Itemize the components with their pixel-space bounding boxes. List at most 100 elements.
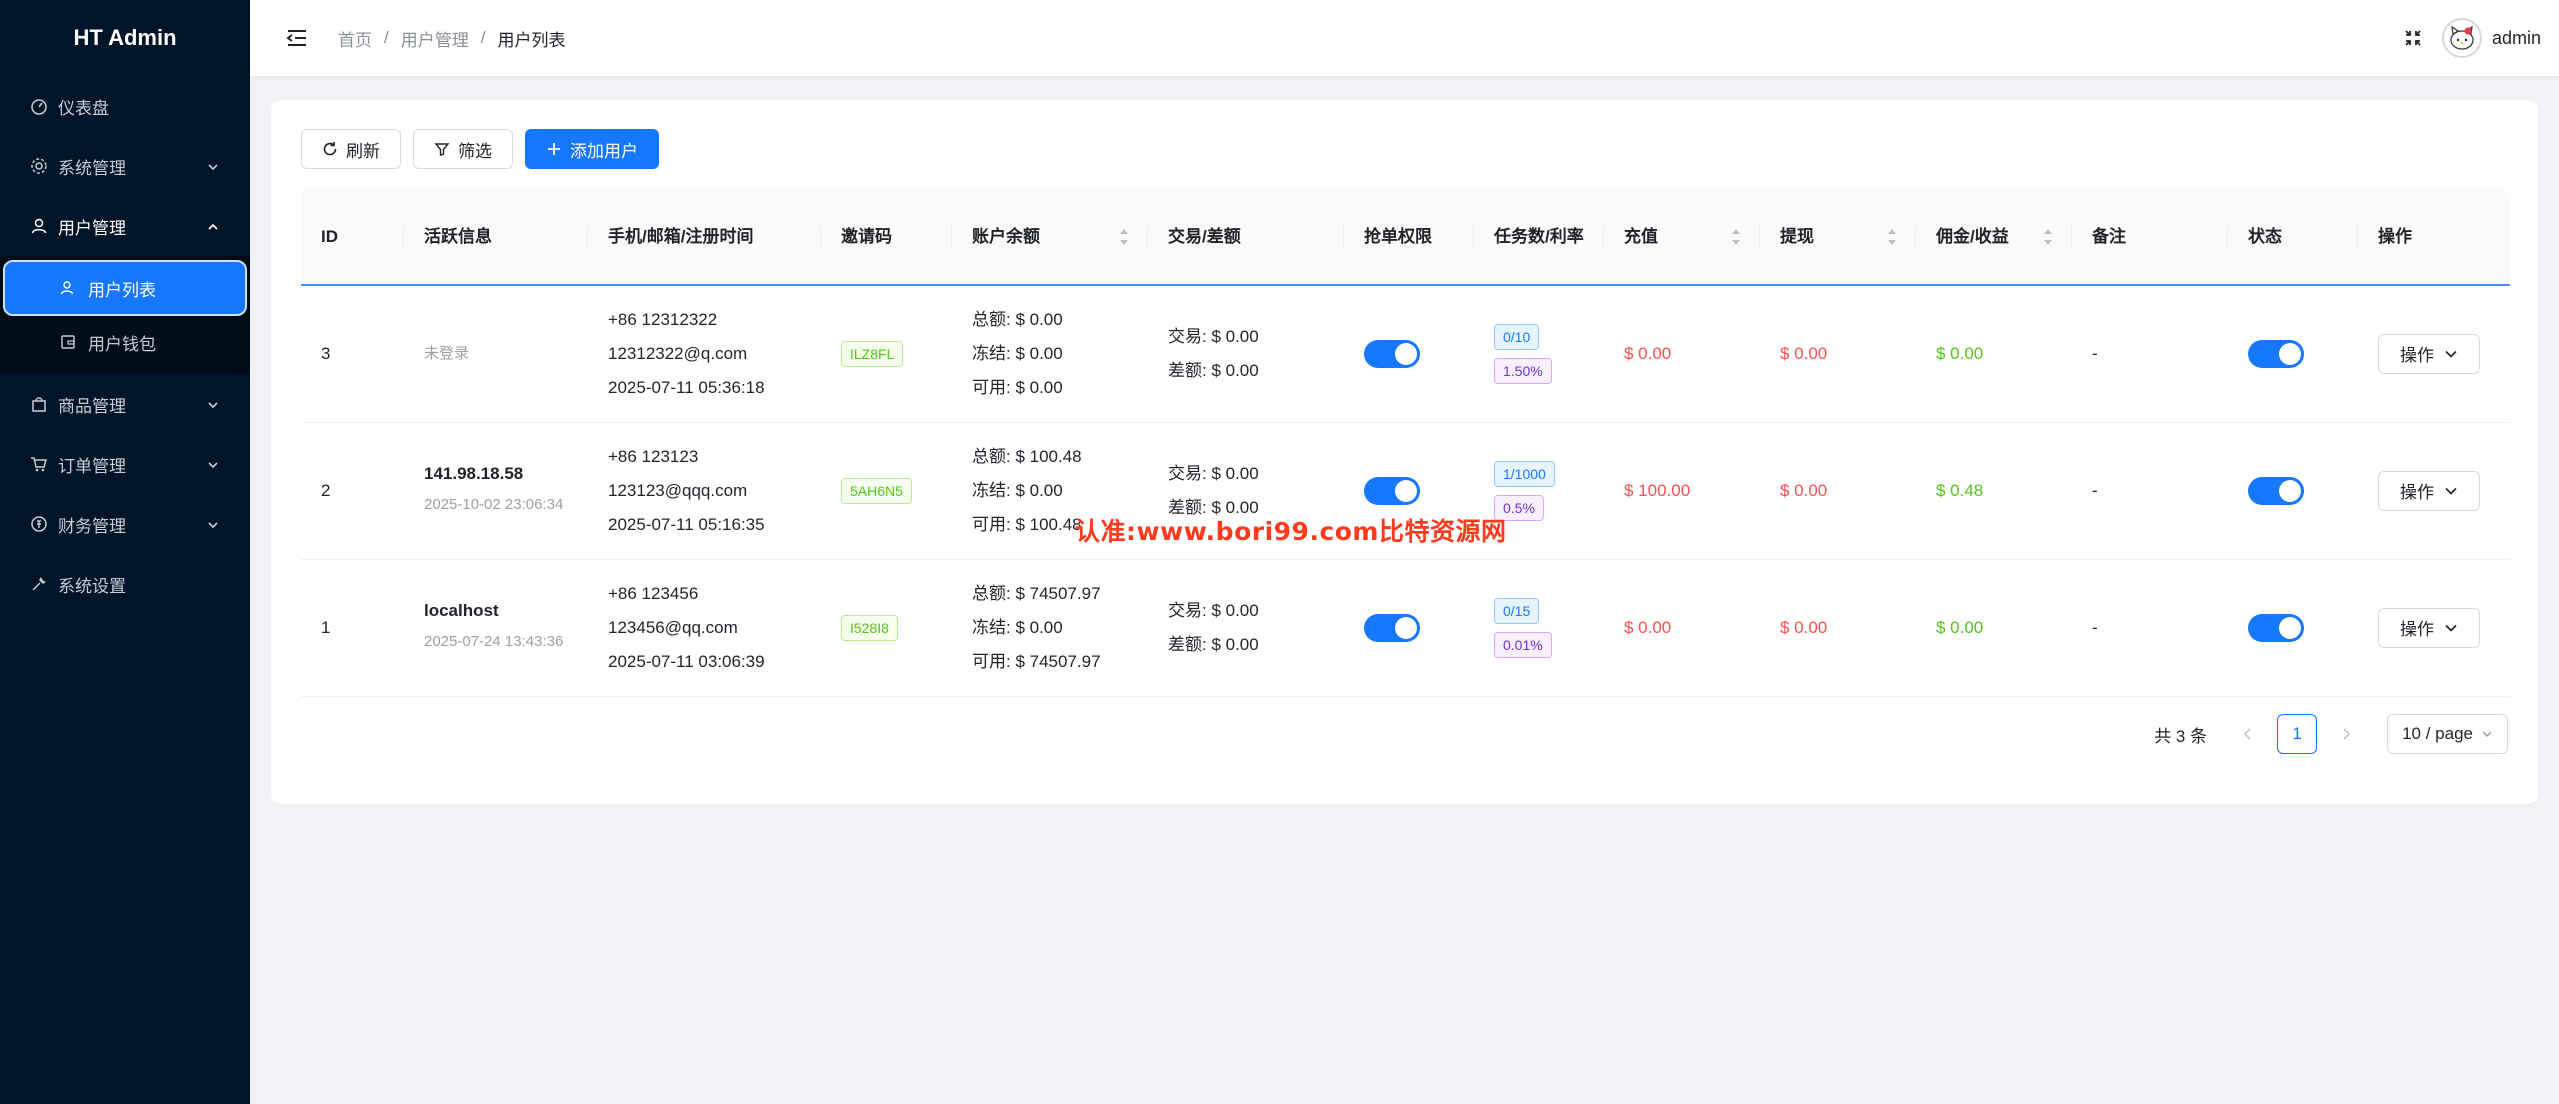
col-header-withdraw[interactable]: 提现 [1760,189,1916,286]
diff-amount: 差额: $ 0.00 [1168,634,1259,654]
username[interactable]: admin [2492,28,2541,49]
refresh-label: 刷新 [346,141,380,161]
sidebar-item-user-list[interactable]: 用户列表 [3,260,247,316]
cell-grab-permission [1344,285,1474,423]
last-login-ip: 141.98.18.58 [424,463,524,483]
status-toggle[interactable] [2248,477,2304,506]
fullscreen-icon[interactable] [2402,27,2424,49]
menu-fold-icon[interactable] [284,25,310,51]
invite-code-tag: 5AH6N5 [841,477,912,504]
sidebar-item-label: 用户钱包 [88,334,156,354]
filter-icon [434,141,450,157]
sidebar-item-finance-management[interactable]: 财务管理 [0,494,250,554]
prev-page-icon[interactable] [2227,714,2267,754]
breadcrumb-user-management[interactable]: 用户管理 [401,26,469,51]
sort-icon[interactable] [2042,227,2054,247]
col-header-remark: 备注 [2072,189,2228,286]
chevron-down-icon [206,517,220,531]
finance-icon [30,515,48,533]
grab-permission-toggle[interactable] [1364,614,1420,643]
cell-balance: 总额: $ 0.00 冻结: $ 0.00 可用: $ 0.00 [952,285,1148,423]
breadcrumb-separator: / [384,28,389,47]
sidebar-item-system-settings[interactable]: 系统设置 [0,554,250,614]
cell-invite-code: 5AH6N5 [821,422,952,560]
cell-actions: 操作 [2358,285,2510,423]
col-header-tasks-rate: 任务数/利率 [1474,189,1604,286]
cell-remark: - [2072,422,2228,560]
wrench-icon [30,575,48,593]
sort-icon[interactable] [1886,227,1898,247]
sidebar-item-user-wallet[interactable]: 用户钱包 [0,316,250,368]
filter-button[interactable]: 筛选 [413,129,513,169]
watermark-text: 认准:www.bori99.com比特资源网 [1075,517,1507,546]
grab-permission-toggle[interactable] [1364,340,1420,369]
cell-remark: - [2072,285,2228,423]
cell-contact: +86 123123 123123@qqq.com 2025-07-11 05:… [588,422,821,560]
chevron-down-icon [206,397,220,411]
sidebar-item-system-management[interactable]: 系统管理 [0,136,250,196]
operation-label: 操作 [2400,346,2434,366]
col-header-recharge[interactable]: 充值 [1604,189,1760,286]
col-header-id: ID [301,189,404,286]
col-header-grab-permission: 抢单权限 [1344,189,1474,286]
app-logo-title[interactable]: HT Admin [0,0,250,76]
balance-frozen: 冻结: $ 0.00 [972,480,1063,500]
cell-activity: 未登录 [404,285,588,423]
toolbar: 刷新 筛选 添加用户 [301,129,671,169]
header-right: admin [2402,0,2541,76]
balance-frozen: 冻结: $ 0.00 [972,343,1063,363]
sidebar-item-product-management[interactable]: 商品管理 [0,374,250,434]
cell-id: 2 [301,422,404,560]
register-time: 2025-07-11 03:06:39 [608,651,765,671]
shopping-bag-icon [30,395,48,413]
cell-invite-code: I528I8 [821,559,952,697]
avatar[interactable] [2441,18,2482,58]
chevron-down-icon [2444,484,2458,498]
col-header-commission[interactable]: 佣金/收益 [1916,189,2072,286]
cell-remark: - [2072,559,2228,697]
breadcrumb-home[interactable]: 首页 [338,26,372,51]
grab-permission-toggle[interactable] [1364,477,1420,506]
cell-recharge: $ 100.00 [1604,422,1760,560]
cell-commission: $ 0.00 [1916,559,2072,697]
add-user-button[interactable]: 添加用户 [525,129,659,169]
sidebar-item-order-management[interactable]: 订单管理 [0,434,250,494]
cell-withdraw: $ 0.00 [1760,285,1916,423]
status-toggle[interactable] [2248,340,2304,369]
cell-id: 3 [301,285,404,423]
refresh-icon [322,141,338,157]
refresh-button[interactable]: 刷新 [301,129,401,169]
operation-dropdown-button[interactable]: 操作 [2378,607,2480,648]
sidebar-item-label: 系统管理 [58,158,126,178]
cell-actions: 操作 [2358,559,2510,697]
page-number-button[interactable]: 1 [2277,714,2318,754]
invite-code-tag: ILZ8FL [841,340,904,367]
phone: +86 12312322 [608,309,718,329]
sidebar-item-dashboard[interactable]: 仪表盘 [0,76,250,136]
page-size-select[interactable]: 10 / page [2387,714,2508,754]
sidebar-item-label: 仪表盘 [58,98,109,118]
pagination-total: 共 3 条 [2154,726,2208,746]
col-header-activity: 活跃信息 [404,189,588,286]
user-icon [30,217,48,235]
sidebar-item-user-management[interactable]: 用户管理 [0,196,250,256]
filter-label: 筛选 [458,141,492,161]
sidebar-item-label: 系统设置 [58,576,126,596]
sort-icon[interactable] [1730,227,1742,247]
col-header-balance[interactable]: 账户余额 [952,189,1148,286]
cell-trade: 交易: $ 0.00 差额: $ 0.00 [1148,559,1344,697]
operation-dropdown-button[interactable]: 操作 [2378,333,2480,374]
trade-amount: 交易: $ 0.00 [1168,463,1259,483]
phone: +86 123123 [608,446,699,466]
users-icon [60,280,76,296]
sort-icon[interactable] [1118,227,1130,247]
plus-icon [546,141,562,157]
table-header-row: ID 活跃信息 手机/邮箱/注册时间 邀请码 账户余额 交易/差额 抢单权限 任… [301,189,2510,286]
col-header-status: 状态 [2228,189,2358,286]
status-toggle[interactable] [2248,614,2304,643]
operation-label: 操作 [2400,620,2434,639]
tasks-tag: 1/1000 [1494,460,1555,487]
operation-dropdown-button[interactable]: 操作 [2378,470,2480,511]
chevron-down-icon [2481,728,2493,740]
next-page-icon[interactable] [2327,714,2367,754]
